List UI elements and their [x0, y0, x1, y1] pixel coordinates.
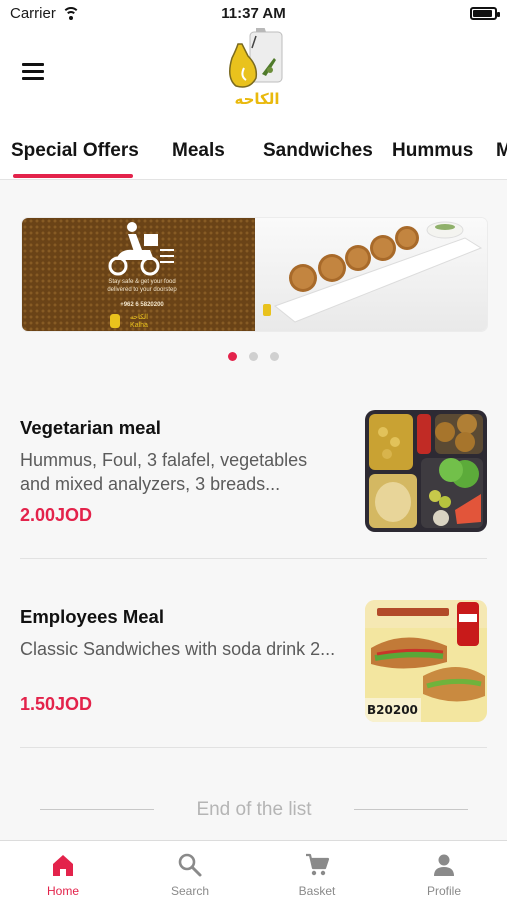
- banner-delivery-panel: Stay safe & get your food delivered to y…: [22, 218, 255, 331]
- logo-text: الكاحه: [234, 90, 279, 108]
- battery-icon: [470, 7, 500, 20]
- cart-icon: [306, 853, 330, 876]
- app-header: Carrier 11:37 AM الكاحه Special Offers M…: [0, 0, 507, 180]
- item-name: Vegetarian meal: [20, 417, 161, 438]
- tab-sandwiches[interactable]: Sandwiches: [263, 140, 373, 162]
- banner-brand-en: Kalha: [130, 322, 148, 329]
- nav-profile[interactable]: Profile: [381, 841, 507, 900]
- item-price: 2.00JOD: [20, 505, 93, 525]
- banner-phone: +962 6 5820200: [120, 302, 164, 308]
- menu-item-vegetarian-meal[interactable]: Vegetarian meal Hummus, Foul, 3 falafel,…: [20, 410, 487, 535]
- status-bar: Carrier 11:37 AM: [0, 0, 507, 28]
- tab-special-offers[interactable]: Special Offers: [11, 140, 139, 162]
- delivery-scooter-icon: [108, 222, 174, 276]
- end-of-list-label: End of the list: [196, 799, 312, 820]
- carousel-dot-1[interactable]: [228, 352, 237, 361]
- bottom-navigation: Home Search Basket Profile: [0, 840, 507, 900]
- profile-icon: [434, 854, 454, 876]
- active-tab-indicator: [13, 174, 133, 178]
- nav-basket[interactable]: Basket: [254, 841, 380, 900]
- carousel-dot-2[interactable]: [249, 352, 258, 361]
- nav-search[interactable]: Search: [127, 841, 253, 900]
- nav-label-home: Home: [46, 884, 79, 898]
- home-icon: [53, 855, 73, 876]
- employees-meal-photo: B20200: [365, 600, 487, 722]
- item-description: Hummus, Foul, 3 falafel, vegetables and …: [20, 450, 308, 494]
- status-time: 11:37 AM: [221, 5, 286, 22]
- nav-label-profile: Profile: [426, 884, 461, 898]
- category-tabs: Special Offers Meals Sandwiches Hummus M: [0, 130, 507, 180]
- falafel-shop-logo: الكاحه: [222, 26, 292, 108]
- tab-hummus[interactable]: Hummus: [392, 140, 473, 162]
- item-price: 1.50JOD: [20, 694, 93, 714]
- carousel-dot-3[interactable]: [270, 352, 279, 361]
- item-name: Employees Meal: [20, 606, 164, 627]
- eol-line-right: [354, 809, 468, 810]
- banner-tagline-2: delivered to your doorstep: [107, 287, 177, 293]
- nav-home[interactable]: Home: [0, 841, 126, 900]
- carousel-pagination: [228, 352, 279, 361]
- item-description: Classic Sandwiches with soda drink 2...: [20, 639, 336, 659]
- hamburger-menu-icon[interactable]: [22, 61, 48, 81]
- item-divider: [20, 558, 487, 559]
- menu-item-employees-meal[interactable]: Employees Meal Classic Sandwiches with s…: [20, 600, 487, 725]
- banner-brand-ar: الكاحه: [129, 314, 149, 321]
- promo-banner[interactable]: Stay safe & get your food delivered to y…: [22, 218, 487, 331]
- banner-falafel-photo: [255, 218, 487, 331]
- vegetarian-meal-photo: [365, 410, 487, 532]
- photo-overlay-text: B20200: [367, 703, 418, 717]
- banner-tagline-1: Stay safe & get your food: [108, 279, 176, 285]
- item-divider: [20, 747, 487, 748]
- nav-label-basket: Basket: [298, 884, 336, 898]
- nav-label-search: Search: [170, 884, 210, 898]
- battery-level: [473, 10, 492, 17]
- search-icon: [178, 853, 202, 877]
- tab-more[interactable]: M: [496, 140, 507, 162]
- end-of-list: End of the list: [40, 797, 468, 823]
- tab-meals[interactable]: Meals: [172, 140, 225, 162]
